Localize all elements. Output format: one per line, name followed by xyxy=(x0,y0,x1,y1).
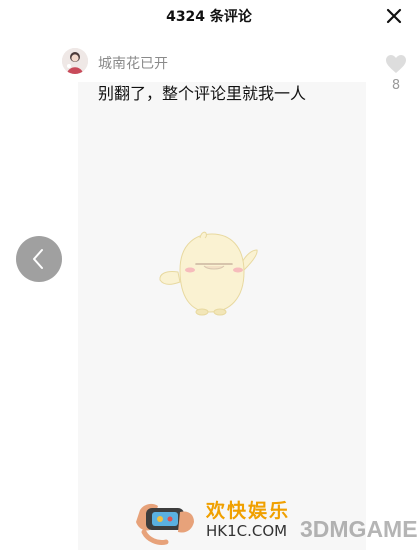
avatar[interactable] xyxy=(62,48,88,74)
comments-title: 4324 条评论 xyxy=(166,9,252,25)
avatar-image xyxy=(62,48,88,74)
watermark-hk1c-title: 欢快娱乐 xyxy=(206,500,291,522)
like-button[interactable] xyxy=(384,54,408,78)
comment-text: 别翻了，整个评论里就我一人 xyxy=(98,84,307,103)
close-icon xyxy=(386,8,402,24)
duck-mascot-illustration xyxy=(159,231,258,316)
gamepad-hands-logo xyxy=(136,503,194,545)
like-count: 8 xyxy=(391,78,401,93)
comments-sheet: 4324 条评论 城南花已开 别翻了，整个评论里就我一人 8 欢快娱乐 HK1C… xyxy=(0,0,418,550)
heart-icon xyxy=(386,55,406,73)
watermark-3dmgame: 3DMGAME xyxy=(300,516,418,542)
close-button[interactable] xyxy=(384,6,404,26)
comment-username[interactable]: 城南花已开 xyxy=(98,53,168,73)
chevron-left-icon xyxy=(33,249,43,269)
previous-image-button[interactable] xyxy=(16,236,62,282)
meme-image xyxy=(156,230,266,324)
watermark-hk1c-url: HK1C.COM xyxy=(206,522,288,540)
watermark: 欢快娱乐 HK1C.COM 3DMGAME xyxy=(130,492,418,550)
